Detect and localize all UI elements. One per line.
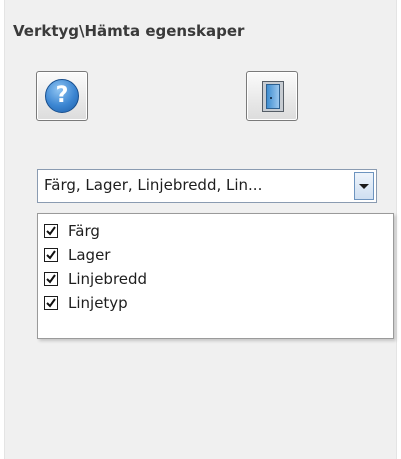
help-icon-glyph: ? bbox=[55, 83, 69, 108]
checkmark-icon bbox=[46, 250, 56, 260]
dropdown-arrow-icon[interactable] bbox=[354, 172, 374, 200]
checkmark-icon bbox=[46, 226, 56, 236]
properties-combobox[interactable]: Färg, Lager, Linjebredd, Lin... bbox=[37, 169, 377, 203]
list-item-label: Linjetyp bbox=[68, 294, 128, 312]
checkbox-linjebredd[interactable] bbox=[44, 272, 58, 286]
list-item-linjetyp[interactable]: Linjetyp bbox=[44, 293, 344, 315]
properties-dropdown-list: Färg Lager Linjebredd Linjetyp bbox=[37, 213, 394, 339]
exit-button[interactable] bbox=[246, 71, 298, 121]
list-item-label: Färg bbox=[68, 222, 100, 240]
checkbox-lager[interactable] bbox=[44, 248, 58, 262]
list-item-linjebredd[interactable]: Linjebredd bbox=[44, 269, 344, 291]
help-button[interactable]: ? bbox=[36, 71, 88, 121]
list-item-label: Linjebredd bbox=[68, 270, 148, 288]
list-item-farg[interactable]: Färg bbox=[44, 221, 344, 243]
list-item-label: Lager bbox=[68, 246, 111, 264]
door-knob bbox=[270, 97, 272, 99]
panel-title: Verktyg\Hämta egenskaper bbox=[13, 22, 245, 40]
door-leaf bbox=[266, 84, 280, 109]
help-icon: ? bbox=[45, 79, 79, 113]
checkmark-icon bbox=[46, 274, 56, 284]
properties-panel: Verktyg\Hämta egenskaper ? Färg, Lager, … bbox=[4, 0, 397, 459]
checkbox-linjetyp[interactable] bbox=[44, 296, 58, 310]
checkmark-icon bbox=[46, 298, 56, 308]
checkbox-farg[interactable] bbox=[44, 224, 58, 238]
door-exit-icon bbox=[262, 81, 284, 112]
list-item-lager[interactable]: Lager bbox=[44, 245, 344, 267]
properties-combobox-value: Färg, Lager, Linjebredd, Lin... bbox=[44, 176, 263, 194]
